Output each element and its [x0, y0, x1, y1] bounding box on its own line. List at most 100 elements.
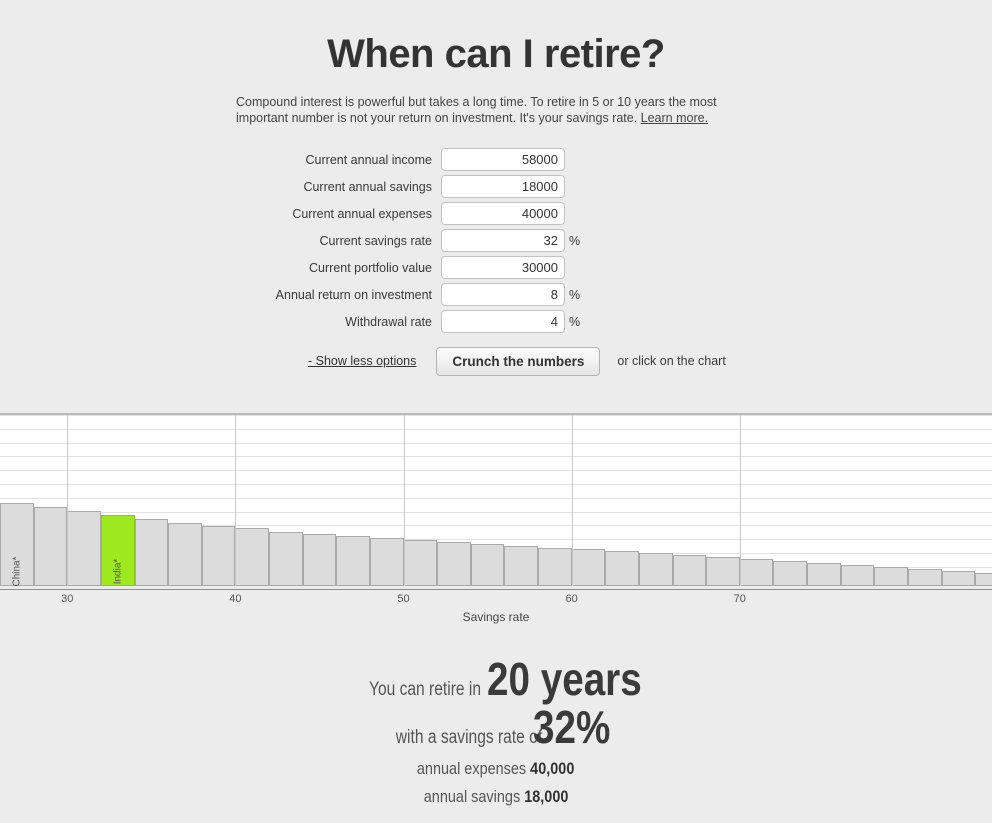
chart-bar[interactable]	[336, 536, 370, 586]
chart-bar[interactable]	[840, 564, 875, 586]
retire-years-value: 20 years	[486, 653, 642, 705]
form-input[interactable]	[441, 283, 565, 306]
chart-bar[interactable]	[874, 566, 908, 586]
form-label: Withdrawal rate	[345, 314, 432, 329]
chart-bar[interactable]: China*	[0, 503, 34, 586]
bar-annotation-label: China*	[11, 556, 23, 586]
chart-hint-text: or click on the chart	[617, 354, 726, 368]
horizontal-gridline	[0, 484, 992, 485]
chart-plot-area[interactable]: China* India*	[0, 413, 992, 586]
bar-annotation-label: India*	[112, 558, 124, 585]
chart-bar[interactable]	[403, 539, 438, 586]
annual-expenses-label: annual expenses	[417, 759, 527, 778]
chart-bar[interactable]	[168, 522, 202, 586]
vertical-gridline	[403, 415, 405, 586]
form-label: Current portfolio value	[309, 260, 432, 275]
chart-bar[interactable]	[975, 572, 992, 586]
chart-bar[interactable]	[269, 532, 303, 586]
chart-bar[interactable]	[907, 568, 942, 586]
annual-savings-label: annual savings	[423, 787, 521, 806]
savings-rate-chart[interactable]: China* India* Savings rate 30 40 50 60 70	[0, 411, 992, 626]
chart-bar[interactable]	[605, 551, 639, 586]
retire-years-row: You can retire in 20 years	[0, 655, 992, 703]
form-label: Current annual savings	[303, 179, 432, 194]
form-label: Current annual expenses	[292, 206, 432, 221]
form-input[interactable]	[441, 229, 565, 252]
vertical-gridline	[571, 415, 573, 586]
retire-prefix-label: You can retire in	[368, 679, 481, 700]
vertical-gridline	[235, 415, 237, 586]
horizontal-gridline	[0, 442, 992, 444]
annual-savings-row: annual savings 18,000	[0, 787, 992, 807]
form-row: Current annual expenses	[256, 201, 736, 226]
rate-prefix-label: with a savings rate of	[395, 727, 543, 748]
form-input[interactable]	[441, 175, 565, 198]
chart-bar[interactable]	[672, 555, 707, 586]
x-axis-tick-label: 70	[733, 593, 746, 605]
chart-bar[interactable]	[941, 570, 976, 586]
savings-rate-value: 32%	[532, 701, 611, 753]
form-label: Current savings rate	[319, 233, 432, 248]
horizontal-gridline	[0, 415, 992, 416]
page-title: When can I retire?	[327, 32, 665, 76]
form-row: Withdrawal rate%	[256, 309, 736, 334]
calculator-form: Current annual income Current annual savi…	[256, 147, 736, 334]
percent-suffix: %	[569, 287, 581, 302]
form-row: Current savings rate%	[256, 228, 736, 253]
horizontal-gridline	[0, 428, 992, 430]
chart-bar[interactable]	[706, 557, 740, 586]
chart-bar-selected[interactable]: India*	[100, 514, 135, 586]
form-input[interactable]	[441, 256, 565, 279]
chart-bar[interactable]	[504, 545, 539, 586]
form-row: Current portfolio value	[256, 255, 736, 280]
percent-suffix: %	[569, 233, 581, 248]
chart-bar[interactable]	[773, 561, 808, 586]
x-axis-label: Savings rate	[462, 610, 530, 624]
annual-expenses-row: annual expenses 40,000	[0, 759, 992, 779]
crunch-the-numbers-button[interactable]: Crunch the numbers	[436, 346, 601, 376]
x-axis-line	[0, 589, 992, 590]
chart-bar[interactable]	[33, 507, 68, 586]
learn-more-link[interactable]: Learn more.	[641, 111, 708, 125]
chart-bar[interactable]	[67, 511, 101, 586]
chart-bar[interactable]	[538, 547, 572, 586]
horizontal-gridline	[0, 456, 992, 458]
form-actions: - Show less options Crunch the numbers o…	[256, 346, 736, 376]
show-less-options-link[interactable]: - Show less options	[308, 354, 416, 368]
x-axis-tick-label: 60	[565, 593, 578, 605]
page-subtitle: Compound interest is powerful but takes …	[236, 94, 756, 126]
x-axis-tick-label: 30	[61, 593, 74, 605]
chart-bar[interactable]	[470, 543, 505, 586]
chart-bar[interactable]	[437, 541, 471, 586]
chart-bar[interactable]	[302, 534, 337, 586]
chart-bar[interactable]	[134, 518, 169, 586]
annual-expenses-value: 40,000	[530, 759, 575, 778]
chart-bar[interactable]	[739, 559, 774, 586]
chart-bar[interactable]	[235, 528, 269, 586]
form-input[interactable]	[441, 310, 565, 333]
x-axis-tick-label: 40	[229, 593, 242, 605]
chart-bar[interactable]	[807, 562, 841, 586]
chart-bar[interactable]	[369, 537, 404, 586]
annual-savings-value: 18,000	[524, 787, 569, 806]
horizontal-gridline	[0, 511, 992, 513]
savings-rate-row: with a savings rate of 32%	[0, 703, 992, 751]
percent-suffix: %	[569, 314, 581, 329]
vertical-gridline	[739, 415, 741, 586]
vertical-gridline	[67, 415, 69, 586]
form-label: Current annual income	[305, 152, 432, 167]
form-row: Current annual savings	[256, 174, 736, 199]
results-panel: You can retire in 20 years with a saving…	[0, 655, 992, 807]
chart-bar[interactable]	[201, 526, 236, 586]
horizontal-gridline	[0, 497, 992, 499]
form-row: Current annual income	[256, 147, 736, 172]
form-label: Annual return on investment	[275, 287, 432, 302]
retirement-calculator-page: When can I retire? Compound interest is …	[0, 0, 992, 823]
form-input[interactable]	[441, 202, 565, 225]
chart-bar[interactable]	[571, 549, 606, 586]
x-axis-tick-label: 50	[397, 593, 410, 605]
form-row: Annual return on investment%	[256, 282, 736, 307]
horizontal-gridline	[0, 470, 992, 472]
form-input[interactable]	[441, 148, 565, 171]
chart-bar[interactable]	[638, 553, 673, 586]
